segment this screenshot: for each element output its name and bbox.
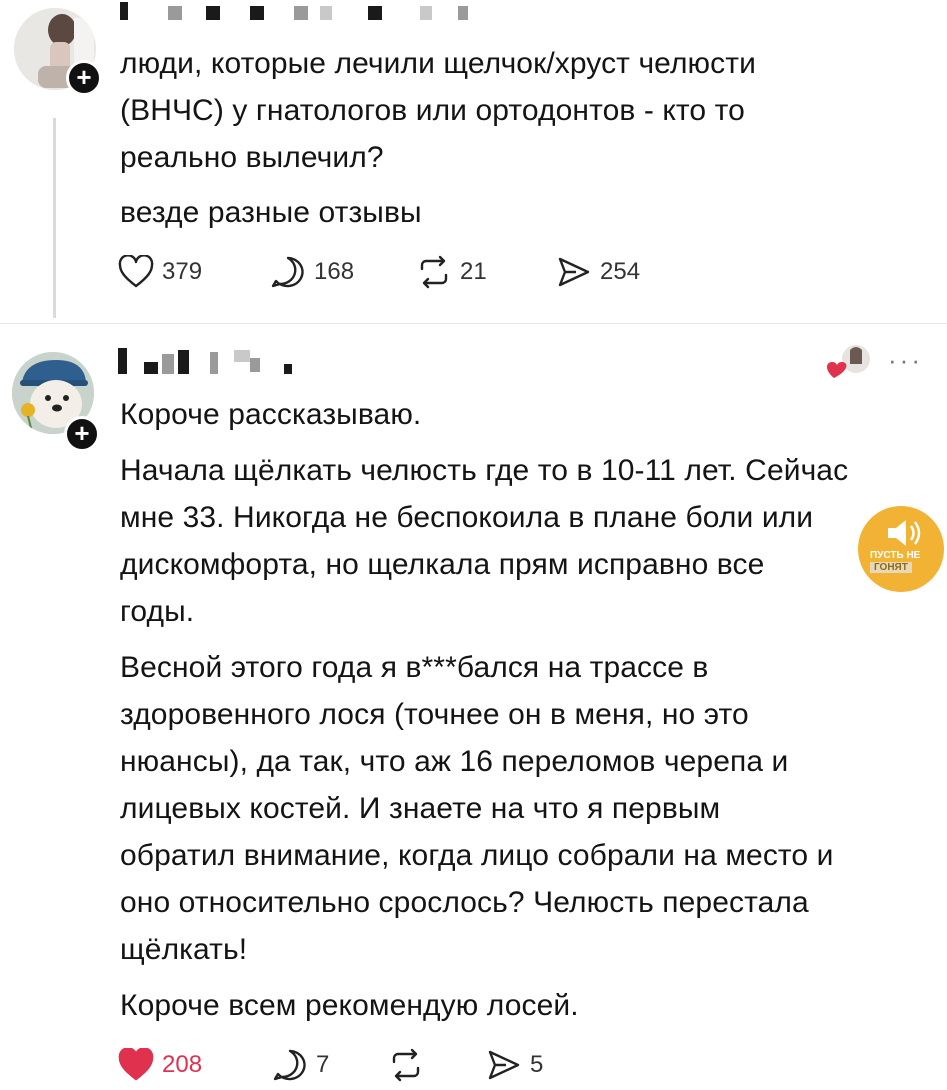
reply-share-button[interactable]: 5 [486, 1048, 543, 1082]
reply-comment-button[interactable]: 7 [272, 1048, 329, 1082]
watermark-line1: ПУСТЬ НЕ [870, 550, 921, 561]
speaker-icon [888, 520, 921, 546]
share-button[interactable]: 254 [556, 255, 640, 289]
comment-count: 168 [314, 258, 355, 285]
comment-icon [271, 256, 304, 288]
follow-plus-icon[interactable]: + [64, 416, 100, 452]
thread-line [53, 118, 56, 318]
reply-repost-button[interactable] [388, 1048, 424, 1082]
author-liked-indicator [826, 342, 872, 382]
repost-button[interactable]: 21 [416, 255, 487, 289]
reply-line: здоровенного лося (точнее он в меня, но … [120, 698, 749, 731]
heart-icon [118, 255, 154, 288]
repost-icon [392, 1048, 420, 1082]
reply-share-count: 5 [530, 1051, 544, 1078]
share-icon [558, 257, 590, 287]
reply-username-censored [118, 346, 318, 376]
reply-line: Начала щёлкать челюсть где то в 10-11 ле… [120, 454, 849, 487]
divider [0, 323, 947, 324]
reply-text: Короче рассказываю. Начала щёлкать челюс… [120, 391, 920, 1029]
heart-icon [118, 1048, 154, 1081]
post-subtext: везде разные отзывы [120, 196, 422, 229]
post-text-line: реально вылечил? [120, 141, 384, 174]
reply-line: обратил внимание, когда лицо собрали на … [120, 839, 834, 872]
reply-like-count: 208 [162, 1051, 203, 1078]
comment-button[interactable]: 168 [270, 255, 354, 289]
post-text-line: (ВНЧС) у гнатологов или ортодонтов - кто… [120, 94, 745, 127]
reply-line: оно относительно срослось? Челюсть перес… [120, 886, 809, 919]
share-count: 254 [600, 258, 641, 285]
watermark-badge: ПУСТЬ НЕ ГОНЯТ [858, 506, 944, 592]
reply-paragraph: Короче всем рекомендую лосей. [120, 982, 920, 1029]
username-censored [120, 0, 480, 22]
share-icon [488, 1050, 520, 1080]
reply-line: годы. [120, 595, 195, 628]
reply-paragraph: Весной этого года я в***бался на трассе … [120, 644, 920, 973]
author-liked-icon [827, 345, 870, 378]
reply-paragraph: Короче рассказываю. [120, 391, 920, 438]
like-count: 379 [162, 258, 203, 285]
reply-line: дискомфорта, но щелкала прям исправно вс… [120, 548, 765, 581]
reply-line: нюансы), да так, что аж 16 переломов чер… [120, 745, 789, 778]
reply-comment-count: 7 [316, 1051, 330, 1078]
follow-plus-icon[interactable]: + [66, 60, 102, 96]
watermark-text: ПУСТЬ НЕ ГОНЯТ [870, 550, 920, 573]
watermark-line2: ГОНЯТ [870, 562, 912, 573]
post-text-line: люди, которые лечили щелчок/хруст челюст… [120, 47, 756, 80]
repost-count: 21 [460, 258, 487, 285]
more-icon[interactable]: ··· [888, 345, 923, 376]
like-button[interactable]: 379 [118, 255, 202, 289]
reply-line: Весной этого года я в***бался на трассе … [120, 651, 709, 684]
reply-line: мне 33. Никогда не беспокоила в плане бо… [120, 501, 814, 534]
reply-line: щёлкать! [120, 933, 248, 966]
reply-line: Короче рассказываю. [120, 398, 422, 431]
post-text: люди, которые лечили щелчок/хруст челюст… [120, 40, 920, 236]
reply-line: лицевых костей. И знаете на что я первым [120, 792, 721, 825]
comment-icon [273, 1049, 306, 1081]
repost-icon [420, 255, 448, 289]
reply-line: Короче всем рекомендую лосей. [120, 989, 579, 1022]
reply-paragraph: Начала щёлкать челюсть где то в 10-11 ле… [120, 447, 920, 635]
reply-like-button[interactable]: 208 [118, 1048, 202, 1082]
